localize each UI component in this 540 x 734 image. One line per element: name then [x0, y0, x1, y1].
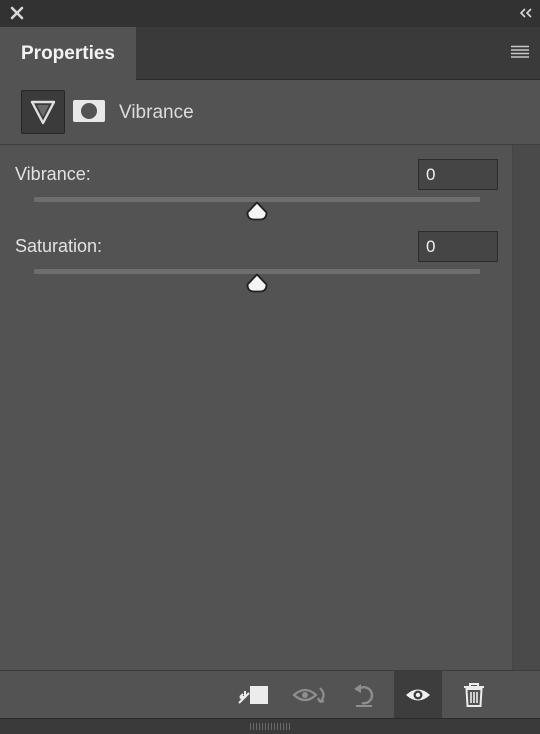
saturation-value-input[interactable] — [418, 231, 498, 262]
vibrance-label: Vibrance: — [15, 164, 91, 184]
adjustment-settings-button[interactable] — [21, 90, 65, 134]
toggle-visibility-icon — [406, 689, 430, 701]
resize-grip[interactable] — [250, 723, 290, 730]
vertical-scrollbar[interactable] — [512, 145, 540, 670]
delete-icon — [464, 683, 484, 707]
bottom-toolbar — [0, 670, 540, 719]
toggle-visibility-button[interactable] — [394, 671, 442, 719]
clip-to-layer-icon — [238, 686, 268, 704]
panel-title-bar — [0, 0, 540, 27]
layer-mask-icon — [81, 103, 97, 119]
layer-mask-button[interactable] — [73, 100, 105, 122]
saturation-label: Saturation: — [15, 236, 103, 256]
adjustment-header: Vibrance — [0, 80, 540, 145]
panel-tab-row: Properties — [0, 27, 540, 80]
reset-adjustment-icon — [354, 684, 374, 707]
saturation-slider-thumb[interactable] — [246, 273, 268, 293]
tab-properties[interactable]: Properties — [0, 27, 136, 80]
clip-to-layer-button[interactable] — [230, 671, 278, 719]
vibrance-value-input[interactable] — [418, 159, 498, 190]
panel-resize-bar[interactable] — [0, 718, 540, 734]
properties-panel: Properties Vibrance Vibrance: Satura — [0, 0, 540, 734]
close-icon[interactable] — [10, 6, 24, 20]
saturation-control: Saturation: — [0, 217, 512, 293]
vibrance-control: Vibrance: — [0, 145, 512, 221]
reset-adjustment-button[interactable] — [340, 671, 388, 719]
panel-menu-icon[interactable] — [510, 45, 530, 59]
collapse-panel-icon[interactable] — [518, 6, 534, 20]
delete-button[interactable] — [450, 671, 498, 719]
adjustment-controls: Vibrance: Saturation: — [0, 145, 512, 670]
view-previous-state-button[interactable] — [286, 671, 334, 719]
vibrance-triangle-icon — [30, 100, 56, 125]
view-previous-state-icon — [292, 687, 325, 704]
tab-properties-label: Properties — [21, 42, 115, 64]
adjustment-title: Vibrance — [119, 102, 194, 123]
